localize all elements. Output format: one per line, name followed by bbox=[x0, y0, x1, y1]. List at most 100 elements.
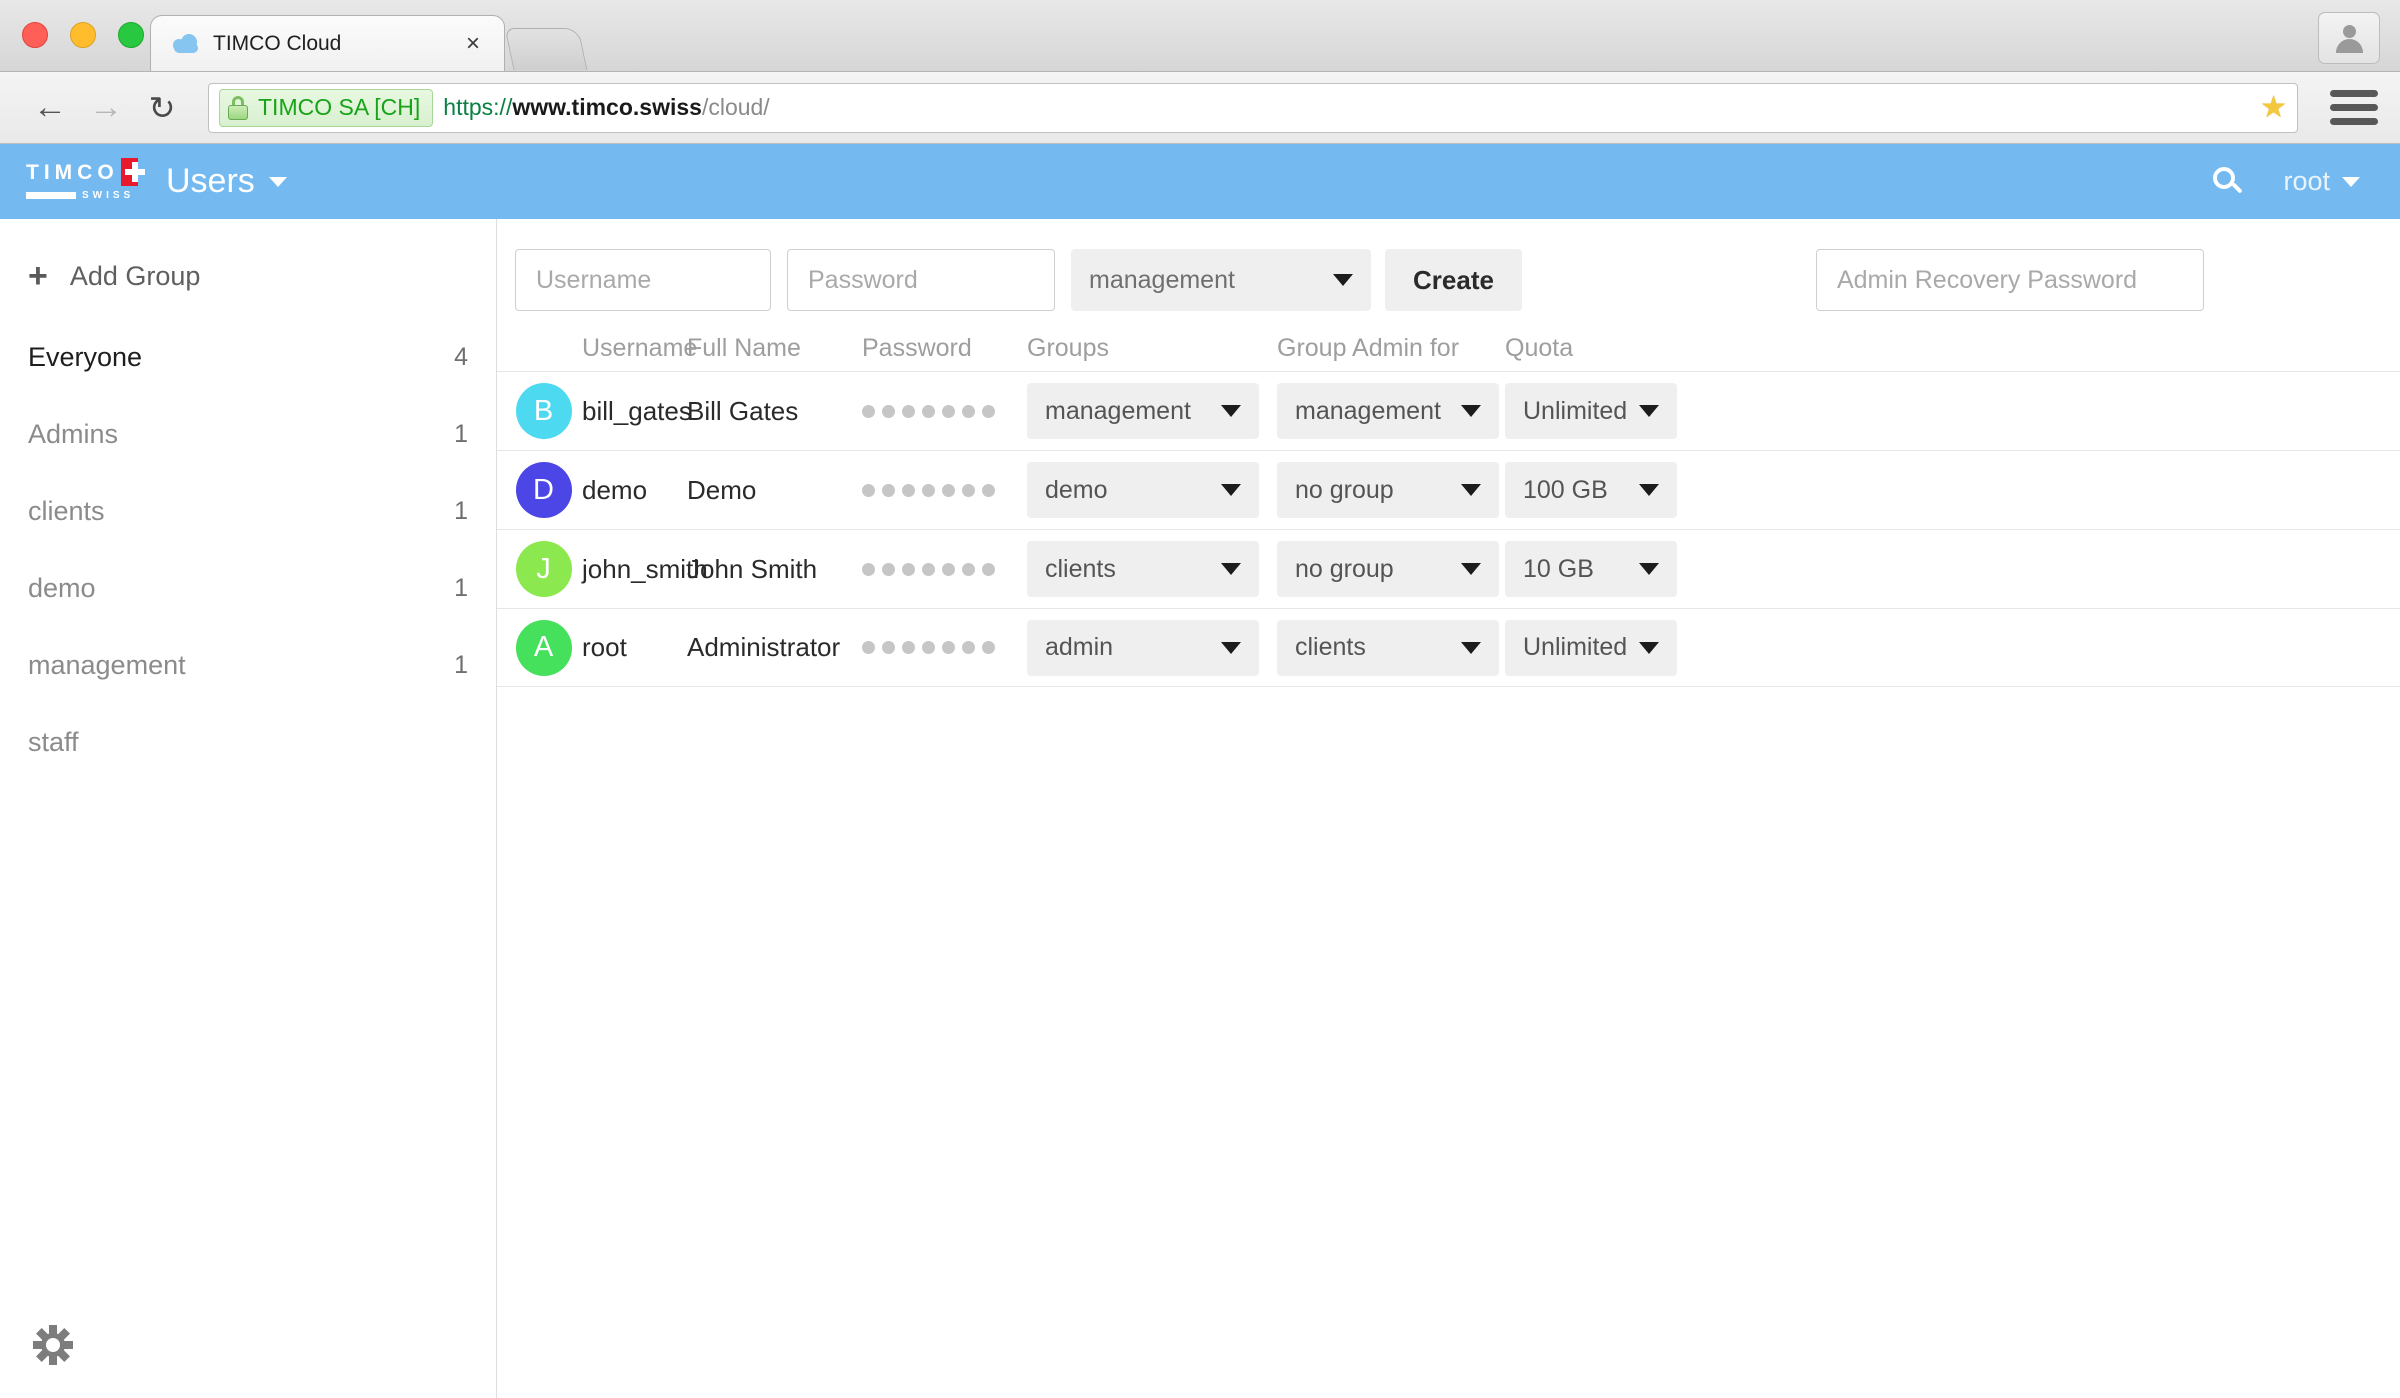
cell-fullname: Bill Gates bbox=[687, 395, 799, 426]
forward-button[interactable]: → bbox=[78, 80, 134, 136]
close-tab-icon[interactable]: × bbox=[460, 28, 486, 60]
cell-fullname: Administrator bbox=[687, 632, 841, 662]
browser-tab[interactable]: TIMCO Cloud × bbox=[150, 15, 505, 71]
profile-button[interactable] bbox=[2318, 12, 2380, 64]
cell-username: bill_gates bbox=[582, 395, 692, 426]
table-row[interactable]: A root Administrator admin clients Unlim… bbox=[497, 608, 2400, 687]
groups-select[interactable]: admin bbox=[1027, 619, 1259, 676]
chevron-down-icon bbox=[1639, 484, 1659, 496]
sidebar-item-demo[interactable]: demo 1 bbox=[0, 550, 496, 627]
swiss-cross-icon bbox=[120, 158, 146, 186]
group-count: 1 bbox=[454, 651, 468, 679]
reload-button[interactable]: ↻ bbox=[134, 80, 190, 136]
group-admin-select[interactable]: clients bbox=[1277, 619, 1499, 676]
table-row[interactable]: B bill_gates Bill Gates management manag… bbox=[497, 371, 2400, 450]
table-header-row: Username Full Name Password Groups Group… bbox=[497, 315, 2400, 371]
application: TIMCO SWISS Users root + Add Group Every… bbox=[0, 144, 2400, 1398]
password-input[interactable] bbox=[787, 249, 1055, 311]
cell-fullname: John Smith bbox=[687, 553, 818, 584]
column-header-groups: Groups bbox=[1027, 334, 1109, 362]
quota-select[interactable]: Unlimited bbox=[1505, 619, 1677, 676]
minimize-window-button[interactable] bbox=[70, 22, 96, 48]
username-input[interactable] bbox=[515, 249, 771, 311]
column-header-fullname: Full Name bbox=[687, 334, 801, 362]
sidebar-item-management[interactable]: management 1 bbox=[0, 627, 496, 704]
add-group-button[interactable]: + Add Group bbox=[0, 241, 496, 319]
cloud-icon bbox=[173, 33, 199, 54]
password-mask bbox=[862, 641, 1027, 654]
cell-password bbox=[862, 483, 1027, 497]
column-header-password: Password bbox=[862, 334, 972, 362]
quota-select[interactable]: 100 GB bbox=[1505, 462, 1677, 518]
select-value: Unlimited bbox=[1523, 633, 1628, 661]
column-header-quota: Quota bbox=[1505, 334, 1574, 362]
app-header: TIMCO SWISS Users root bbox=[0, 144, 2400, 219]
new-user-group-select[interactable]: management bbox=[1071, 249, 1371, 311]
browser-toolbar: ← → ↻ TIMCO SA [CH] https://www.timco.sw… bbox=[0, 72, 2400, 144]
quota-select[interactable]: Unlimited bbox=[1505, 383, 1677, 439]
bookmark-star-icon[interactable]: ★ bbox=[2260, 90, 2287, 125]
chevron-down-icon bbox=[1221, 405, 1241, 417]
url-text: https://www.timco.swiss/cloud/ bbox=[443, 94, 769, 121]
select-value: no group bbox=[1295, 554, 1394, 583]
select-value: management bbox=[1089, 265, 1235, 294]
cell-password bbox=[862, 404, 1027, 418]
browser-menu-icon[interactable] bbox=[2330, 84, 2378, 132]
url-scheme: https:// bbox=[443, 94, 513, 120]
user-menu[interactable]: root bbox=[2283, 166, 2360, 197]
group-admin-select[interactable]: no group bbox=[1277, 541, 1499, 597]
avatar: B bbox=[515, 383, 572, 439]
groups-select[interactable]: management bbox=[1027, 383, 1259, 439]
address-bar[interactable]: TIMCO SA [CH] https://www.timco.swiss/cl… bbox=[208, 82, 2298, 133]
gear-icon[interactable] bbox=[33, 1325, 73, 1365]
groups-select[interactable]: clients bbox=[1027, 541, 1259, 597]
admin-recovery-password-input[interactable] bbox=[1815, 249, 2204, 311]
group-name: management bbox=[28, 650, 186, 680]
chevron-down-icon bbox=[1221, 563, 1241, 575]
group-name: Everyone bbox=[28, 342, 143, 372]
groups-select[interactable]: demo bbox=[1027, 462, 1259, 518]
group-name: demo bbox=[28, 573, 96, 603]
new-tab-button[interactable] bbox=[504, 28, 588, 70]
sidebar-item-everyone[interactable]: Everyone 4 bbox=[0, 319, 496, 396]
group-count: 1 bbox=[454, 420, 468, 448]
ev-organization-name: TIMCO SA [CH] bbox=[258, 94, 421, 120]
plus-icon: + bbox=[28, 257, 48, 295]
select-value: management bbox=[1045, 396, 1191, 425]
sidebar-item-staff[interactable]: staff bbox=[0, 704, 496, 781]
table-row[interactable]: J john_smith John Smith clients no group… bbox=[497, 529, 2400, 608]
cell-username: demo bbox=[582, 474, 648, 505]
chevron-down-icon bbox=[1461, 405, 1481, 417]
app-body: + Add Group Everyone 4 Admins 1 clients … bbox=[0, 219, 2400, 1398]
table-row[interactable]: D demo Demo demo no group 100 GB bbox=[497, 450, 2400, 529]
ev-certificate-badge[interactable]: TIMCO SA [CH] bbox=[219, 88, 434, 127]
select-value: Unlimited bbox=[1523, 396, 1628, 425]
select-value: no group bbox=[1295, 475, 1394, 504]
browser-window: TIMCO Cloud × ← → ↻ TIMCO SA [CH] https:… bbox=[0, 0, 2400, 1398]
select-value: admin bbox=[1045, 633, 1114, 661]
group-count: 1 bbox=[454, 497, 468, 525]
cell-username: john_smith bbox=[582, 553, 708, 584]
sidebar-item-clients[interactable]: clients 1 bbox=[0, 473, 496, 550]
close-window-button[interactable] bbox=[22, 22, 48, 48]
group-name: staff bbox=[28, 727, 79, 757]
group-name: clients bbox=[28, 496, 105, 526]
group-count: 4 bbox=[454, 343, 468, 371]
url-path: /cloud/ bbox=[701, 94, 770, 120]
group-admin-select[interactable]: no group bbox=[1277, 462, 1499, 518]
url-host: www.timco.swiss bbox=[512, 94, 702, 120]
avatar: J bbox=[515, 541, 572, 597]
sidebar-item-admins[interactable]: Admins 1 bbox=[0, 396, 496, 473]
chevron-down-icon bbox=[1639, 405, 1659, 417]
create-button[interactable]: Create bbox=[1385, 249, 1522, 311]
select-value: clients bbox=[1295, 633, 1366, 661]
avatar: A bbox=[515, 619, 572, 676]
chevron-down-icon bbox=[1221, 641, 1241, 654]
create-user-toolbar: management Create bbox=[497, 219, 2400, 315]
quota-select[interactable]: 10 GB bbox=[1505, 541, 1677, 597]
maximize-window-button[interactable] bbox=[118, 22, 144, 48]
chevron-down-icon[interactable] bbox=[268, 176, 287, 187]
back-button[interactable]: ← bbox=[22, 80, 78, 136]
group-admin-select[interactable]: management bbox=[1277, 383, 1499, 439]
search-icon[interactable] bbox=[2213, 166, 2244, 197]
